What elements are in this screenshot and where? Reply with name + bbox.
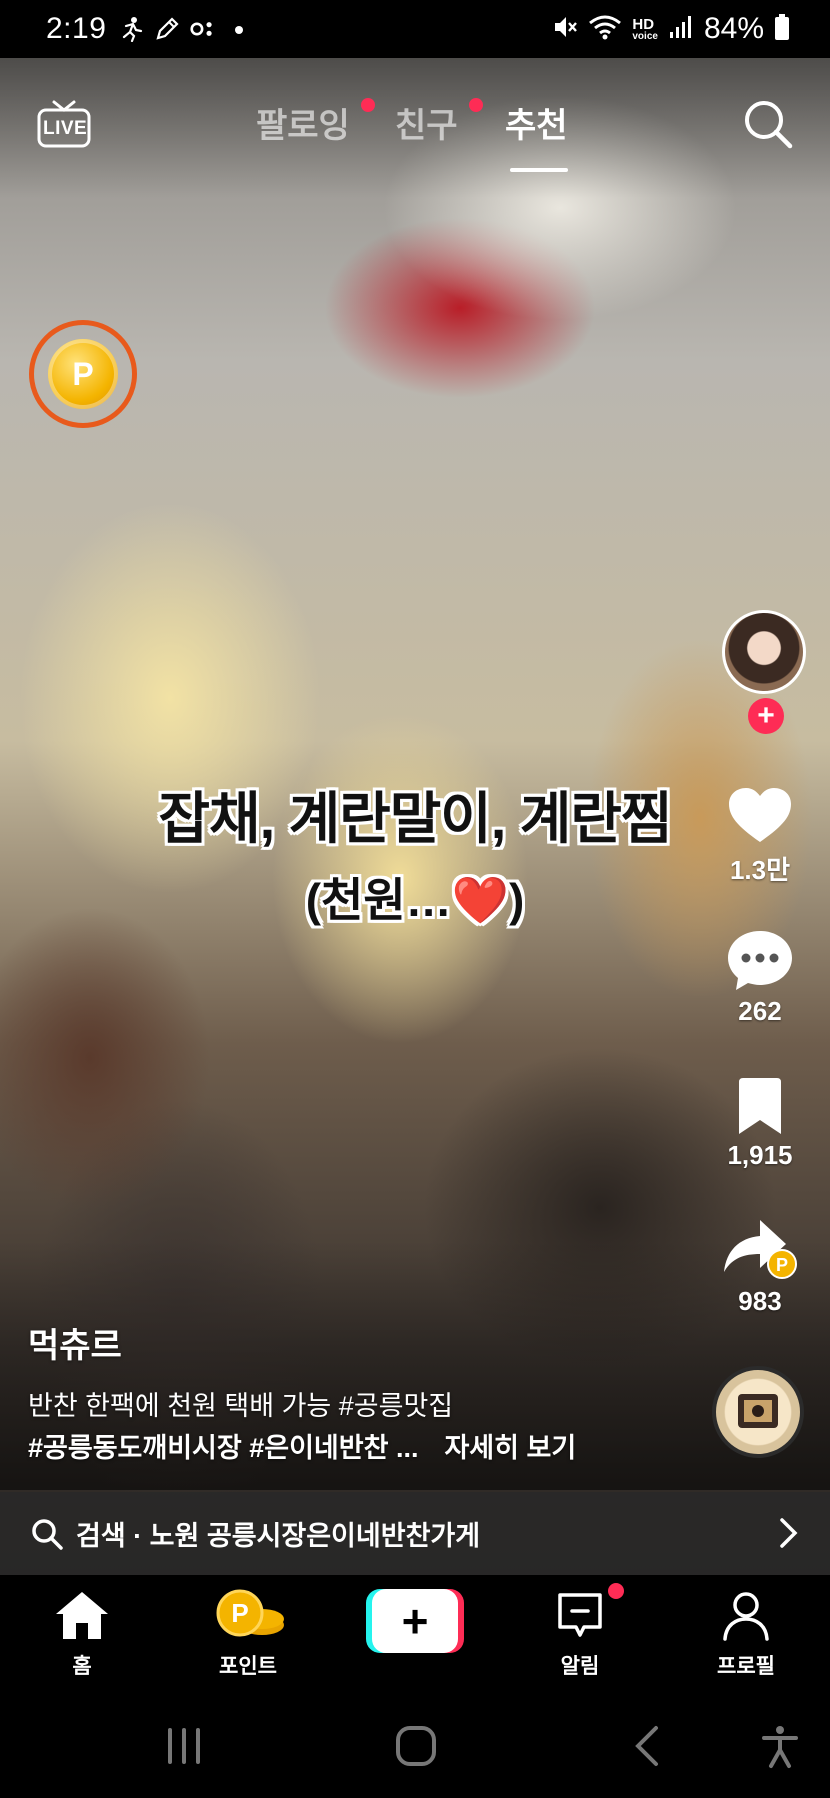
see-more-link[interactable]: 자세히 보기	[444, 1433, 576, 1463]
sound-thumbnail-icon	[738, 1394, 778, 1428]
tab-home-label: 홈	[72, 1655, 92, 1678]
accessibility-button[interactable]	[756, 1722, 804, 1770]
status-bar: 2:19 HD voice 84%	[0, 0, 830, 58]
dots-icon	[190, 16, 216, 42]
comment-button[interactable]: 262	[690, 928, 830, 1027]
top-tabs: 팔로잉 친구 추천	[0, 98, 830, 172]
tab-points-label: 포인트	[219, 1655, 277, 1678]
like-count: 1.3만	[729, 855, 791, 885]
home-system-button[interactable]	[392, 1722, 440, 1770]
post-description-line1: 반찬 한팩에 천원 택배 가능 #공릉맛집	[28, 1391, 454, 1421]
coin-icon: P	[48, 339, 118, 409]
running-icon	[118, 16, 144, 42]
follow-button[interactable]: +	[748, 698, 784, 734]
hd-voice-icon: HD voice	[632, 17, 658, 42]
tab-active-indicator	[510, 168, 568, 172]
bookmark-icon	[739, 1078, 781, 1134]
points-coins-icon: P	[216, 1589, 284, 1637]
inbox-icon	[558, 1593, 602, 1637]
search-suggestion-text: 검색 · 노원 공릉시장은이네반찬가게	[76, 1521, 481, 1551]
tab-friends[interactable]: 친구	[395, 98, 458, 147]
tab-profile-label: 프로필	[717, 1655, 775, 1678]
accessibility-icon	[762, 1726, 798, 1768]
heart-icon	[729, 788, 791, 842]
recent-apps-button[interactable]	[160, 1722, 208, 1770]
search-icon	[745, 101, 793, 149]
bookmark-count: 1,915	[727, 1140, 793, 1170]
status-left-icons	[118, 16, 252, 42]
share-icon: P	[724, 1220, 797, 1279]
bookmark-button[interactable]: 1,915	[690, 1076, 830, 1171]
battery-percent: 84%	[703, 12, 764, 45]
comment-count: 262	[738, 996, 782, 1026]
create-plus-label: +	[401, 1595, 429, 1647]
hd-label: HD	[632, 15, 655, 33]
follow-plus-icon: +	[757, 699, 775, 732]
home-system-icon	[396, 1726, 436, 1766]
search-icon	[32, 1518, 63, 1550]
edit-icon	[154, 16, 180, 42]
tab-inbox[interactable]: 알림	[520, 1589, 640, 1680]
creator-avatar[interactable]	[722, 610, 806, 694]
notification-dot-icon	[226, 16, 252, 42]
svg-text:P: P	[231, 1598, 248, 1628]
recent-apps-icon	[168, 1728, 200, 1764]
coin-symbol: P	[72, 355, 94, 392]
mute-icon	[552, 13, 578, 46]
back-icon	[635, 1726, 658, 1766]
signal-icon	[668, 14, 694, 45]
tab-inbox-label: 알림	[560, 1655, 600, 1678]
wifi-icon	[588, 13, 622, 46]
svg-text:P: P	[776, 1255, 788, 1275]
back-button[interactable]	[624, 1722, 672, 1770]
creator-avatar-wrap[interactable]: +	[722, 610, 806, 734]
tab-home[interactable]: 홈	[22, 1589, 142, 1680]
home-icon	[56, 1592, 108, 1639]
coin-reward-timer[interactable]: P	[29, 320, 137, 428]
create-button[interactable]: +	[366, 1589, 464, 1653]
voice-label: voice	[632, 30, 658, 42]
tab-points[interactable]: P 포인트	[188, 1589, 308, 1680]
author-name[interactable]: 먹츄르	[28, 1318, 122, 1367]
post-description-line2: #공릉동도깨비시장 #은이네반찬 ... 자세히 보기	[28, 1426, 576, 1465]
bottom-tab-bar: 홈 P 포인트 + 알림 프로필	[0, 1575, 830, 1692]
post-hashtags[interactable]: #공릉동도깨비시장 #은이네반찬 ...	[28, 1433, 418, 1463]
share-count: 983	[738, 1286, 782, 1316]
create-plus-icon: +	[372, 1589, 458, 1653]
profile-icon	[723, 1592, 769, 1641]
system-navigation-bar	[0, 1692, 830, 1798]
inbox-notification-dot	[608, 1583, 624, 1599]
tab-friends-dot	[469, 98, 483, 112]
battery-icon	[774, 13, 790, 46]
search-button[interactable]	[742, 98, 794, 150]
chevron-right-icon	[780, 1518, 798, 1548]
like-button[interactable]: 1.3만	[690, 786, 830, 887]
status-right-icons: HD voice 84%	[552, 12, 790, 46]
tab-following-dot	[361, 98, 375, 112]
music-disc[interactable]	[712, 1366, 804, 1458]
status-time: 2:19	[46, 12, 107, 45]
comment-icon	[728, 931, 792, 990]
tab-recommended[interactable]: 추천	[505, 98, 568, 147]
search-suggestion-bar[interactable]: 검색 · 노원 공릉시장은이네반찬가게	[0, 1492, 830, 1575]
tab-following[interactable]: 팔로잉	[256, 98, 350, 147]
share-button[interactable]: P 983	[690, 1216, 830, 1317]
tab-profile[interactable]: 프로필	[686, 1589, 806, 1680]
